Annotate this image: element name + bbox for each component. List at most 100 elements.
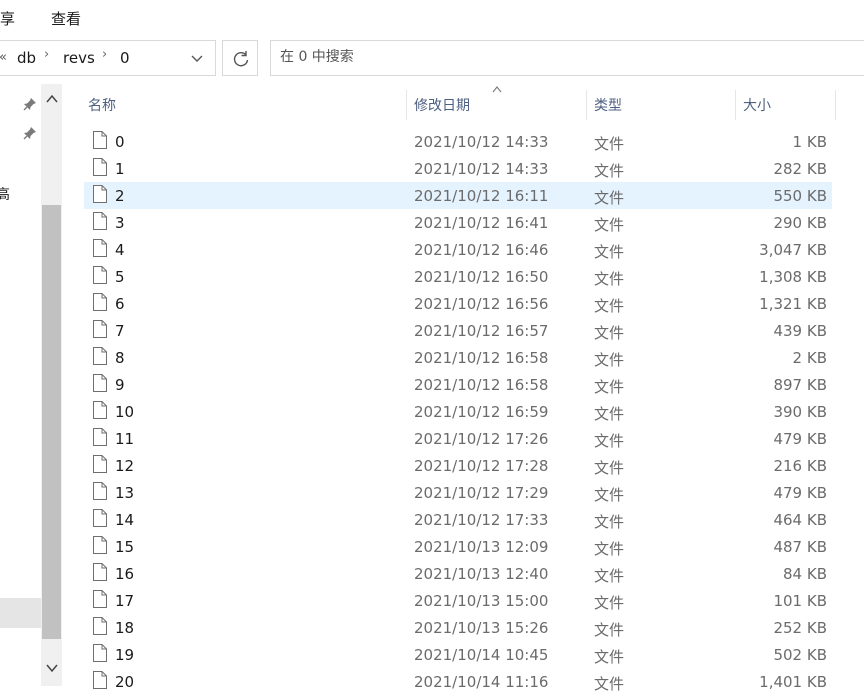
- nav-scrollbar[interactable]: [41, 84, 62, 686]
- file-icon: [93, 617, 107, 635]
- column-type-label: 类型: [594, 98, 622, 114]
- search-input[interactable]: [280, 49, 840, 65]
- file-icon: [93, 347, 107, 365]
- file-row[interactable]: 16 2021/10/13 12:40 文件 84 KB: [84, 560, 832, 587]
- file-row[interactable]: 8 2021/10/12 16:58 文件 2 KB: [84, 344, 832, 371]
- file-icon: [93, 212, 107, 230]
- file-type: 文件: [594, 216, 625, 234]
- column-header: 名称 修改日期 类型 大小: [84, 86, 864, 122]
- file-name: 1: [115, 160, 125, 178]
- file-modified-date: 2021/10/12 16:50: [414, 268, 549, 286]
- file-type: 文件: [594, 405, 625, 423]
- file-size: 252 KB: [773, 619, 827, 637]
- scroll-down-icon[interactable]: [45, 661, 59, 675]
- file-size: 3,047 KB: [759, 241, 827, 259]
- file-row[interactable]: 9 2021/10/12 16:58 文件 897 KB: [84, 371, 832, 398]
- file-icon: [93, 563, 107, 581]
- breadcrumb-revs[interactable]: revs: [63, 49, 95, 67]
- file-modified-date: 2021/10/12 17:33: [414, 511, 549, 529]
- file-row[interactable]: 18 2021/10/13 15:26 文件 252 KB: [84, 614, 832, 641]
- file-modified-date: 2021/10/12 16:46: [414, 241, 549, 259]
- refresh-button[interactable]: [222, 40, 258, 76]
- file-row[interactable]: 0 2021/10/12 14:33 文件 1 KB: [84, 128, 832, 155]
- breadcrumb-overflow[interactable]: «: [0, 50, 7, 65]
- file-icon: [93, 536, 107, 554]
- file-name: 10: [115, 403, 135, 421]
- file-type: 文件: [594, 378, 625, 396]
- file-modified-date: 2021/10/12 16:57: [414, 322, 549, 340]
- search-box[interactable]: [270, 40, 864, 76]
- file-icon: [93, 482, 107, 500]
- file-modified-date: 2021/10/12 16:59: [414, 403, 549, 421]
- file-name: 2: [115, 187, 125, 205]
- nav-item-label[interactable]: 高: [0, 184, 10, 204]
- address-bar[interactable]: « db › revs › 0: [0, 40, 216, 76]
- chevron-down-icon[interactable]: [189, 51, 205, 67]
- file-icon: [93, 158, 107, 176]
- file-row[interactable]: 14 2021/10/12 17:33 文件 464 KB: [84, 506, 832, 533]
- pin-icon[interactable]: [22, 96, 38, 112]
- breadcrumb-0[interactable]: 0: [120, 49, 130, 67]
- file-row[interactable]: 4 2021/10/12 16:46 文件 3,047 KB: [84, 236, 832, 263]
- file-size: 2 KB: [792, 349, 827, 367]
- file-icon: [93, 509, 107, 527]
- file-row[interactable]: 6 2021/10/12 16:56 文件 1,321 KB: [84, 290, 832, 317]
- column-divider[interactable]: [835, 90, 836, 120]
- file-row[interactable]: 7 2021/10/12 16:57 文件 439 KB: [84, 317, 832, 344]
- file-row[interactable]: 5 2021/10/12 16:50 文件 1,308 KB: [84, 263, 832, 290]
- file-modified-date: 2021/10/12 17:29: [414, 484, 549, 502]
- file-type: 文件: [594, 297, 625, 315]
- file-row[interactable]: 1 2021/10/12 14:33 文件 282 KB: [84, 155, 832, 182]
- file-row[interactable]: 2 2021/10/12 16:11 文件 550 KB: [84, 182, 832, 209]
- ribbon-tabs: 享 查看: [0, 0, 864, 34]
- scroll-up-icon[interactable]: [45, 92, 59, 106]
- file-name: 8: [115, 349, 125, 367]
- file-icon: [93, 644, 107, 662]
- tab-share[interactable]: 享: [0, 8, 15, 29]
- file-modified-date: 2021/10/13 15:00: [414, 592, 549, 610]
- file-size: 101 KB: [773, 592, 827, 610]
- file-modified-date: 2021/10/12 16:11: [414, 187, 549, 205]
- file-type: 文件: [594, 324, 625, 342]
- file-name: 17: [115, 592, 135, 610]
- tab-view[interactable]: 查看: [51, 8, 81, 29]
- file-row[interactable]: 19 2021/10/14 10:45 文件 502 KB: [84, 641, 832, 668]
- scrollbar-thumb[interactable]: [42, 205, 61, 639]
- file-modified-date: 2021/10/12 17:28: [414, 457, 549, 475]
- file-type: 文件: [594, 243, 625, 261]
- file-name: 7: [115, 322, 125, 340]
- file-type: 文件: [594, 189, 625, 207]
- file-type: 文件: [594, 567, 625, 585]
- file-name: 18: [115, 619, 135, 637]
- file-name: 0: [115, 133, 125, 151]
- column-header-type[interactable]: 类型: [587, 86, 736, 122]
- file-modified-date: 2021/10/13 12:40: [414, 565, 549, 583]
- file-row[interactable]: 12 2021/10/12 17:28 文件 216 KB: [84, 452, 832, 479]
- sort-ascending-icon: [492, 86, 502, 93]
- file-row[interactable]: 20 2021/10/14 11:16 文件 1,401 KB: [84, 668, 832, 695]
- file-icon: [93, 131, 107, 149]
- column-header-size[interactable]: 大小: [736, 86, 836, 122]
- file-size: 464 KB: [773, 511, 827, 529]
- nav-item-selected[interactable]: [0, 598, 41, 628]
- file-icon: [93, 428, 107, 446]
- pin-icon[interactable]: [22, 125, 38, 141]
- file-type: 文件: [594, 432, 625, 450]
- file-size: 550 KB: [773, 187, 827, 205]
- column-size-label: 大小: [743, 98, 771, 114]
- file-row[interactable]: 17 2021/10/13 15:00 文件 101 KB: [84, 587, 832, 614]
- file-icon: [93, 239, 107, 257]
- breadcrumb-separator[interactable]: ›: [44, 47, 49, 62]
- file-row[interactable]: 11 2021/10/12 17:26 文件 479 KB: [84, 425, 832, 452]
- file-row[interactable]: 3 2021/10/12 16:41 文件 290 KB: [84, 209, 832, 236]
- file-size: 487 KB: [773, 538, 827, 556]
- file-row[interactable]: 13 2021/10/12 17:29 文件 479 KB: [84, 479, 832, 506]
- breadcrumb-db[interactable]: db: [17, 49, 36, 67]
- file-modified-date: 2021/10/12 16:58: [414, 349, 549, 367]
- file-row[interactable]: 10 2021/10/12 16:59 文件 390 KB: [84, 398, 832, 425]
- file-icon: [93, 401, 107, 419]
- breadcrumb-separator[interactable]: ›: [102, 47, 107, 62]
- file-row[interactable]: 15 2021/10/13 12:09 文件 487 KB: [84, 533, 832, 560]
- column-header-name[interactable]: 名称: [84, 86, 407, 122]
- file-name: 4: [115, 241, 125, 259]
